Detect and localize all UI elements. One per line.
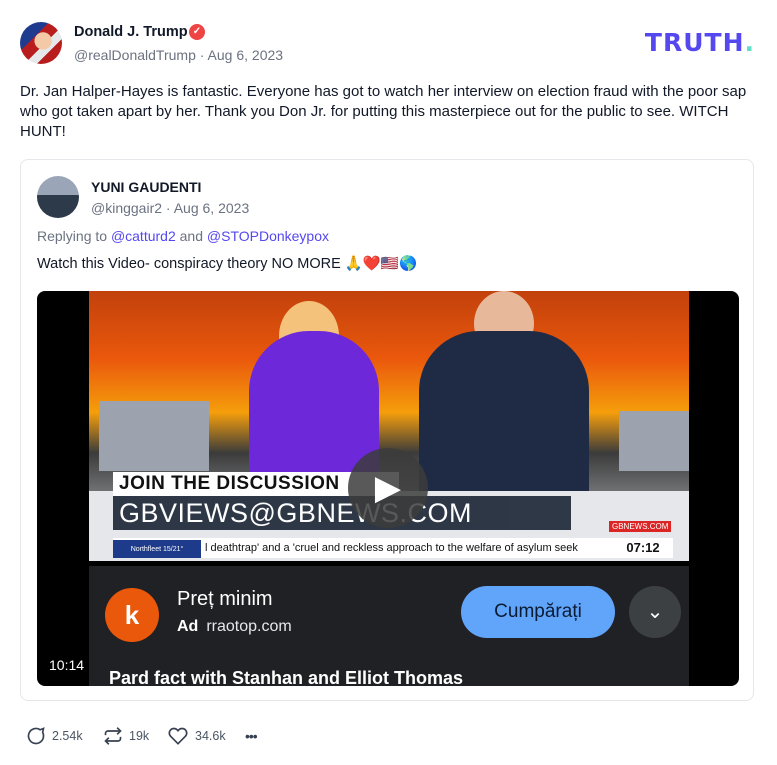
quoted-post-card[interactable]: YUNI GAUDENTI @kinggair2 · Aug 6, 2023 R… [20,159,754,701]
heart-icon [168,727,188,745]
ad-label: Ad [177,618,199,635]
post-text: Dr. Jan Halper-Hayes is fantastic. Every… [20,83,747,140]
author-handle[interactable]: @realDonaldTrump [74,47,196,63]
ad-domain: rraotop.com [206,618,292,635]
truth-logo[interactable]: TRUTH. [645,28,755,57]
mention-link[interactable]: @STOPDonkeypox [207,228,329,244]
presenter-right-body [419,331,589,511]
author-name[interactable]: Donald J. Trump [74,24,188,40]
meta-separator: · [199,47,205,63]
quoted-post-date[interactable]: Aug 6, 2023 [174,200,250,216]
ad-logo: k [105,588,159,642]
ad-title: Preț minim [177,588,273,610]
channel-label: GBNEWS.COM [609,521,672,532]
replying-to-line: Replying to @catturd2 and @STOPDonkeypox [37,228,329,244]
ad-cta-button: Cumpărați [461,586,615,638]
like-button[interactable]: 34.6k [167,724,226,748]
more-options-icon[interactable]: ••• [245,724,258,748]
news-clock: 07:12 [613,538,673,558]
post-date[interactable]: Aug 6, 2023 [208,47,284,63]
comment-icon [27,727,45,745]
video-player[interactable]: JOIN THE DISCUSSION GBVIEWS@GBNEWS.COM G… [37,291,739,686]
quoted-author-name[interactable]: YUNI GAUDENTI [91,179,201,195]
retruth-button[interactable]: 19k [103,724,149,748]
author-meta: @realDonaldTrump · Aug 6, 2023 [74,47,283,63]
quoted-author-handle[interactable]: @kinggair2 [91,200,162,216]
quoted-author-meta: @kinggair2 · Aug 6, 2023 [91,200,249,216]
laptop-right [619,411,689,471]
like-count: 34.6k [195,729,226,743]
quoted-author-avatar[interactable] [37,176,79,218]
replying-prefix: Replying to [37,228,108,244]
news-ticker: Northfleet 15/21° l deathtrap' and a 'cru… [113,538,673,558]
chevron-down-icon: ⌄ [629,586,681,638]
truth-logo-dot: . [744,28,755,57]
repost-icon [104,727,122,745]
ad-subtitle: Ad rraotop.com [177,618,292,636]
truth-logo-text: TRUTH [644,28,745,57]
mention-link[interactable]: @catturd2 [111,228,176,244]
replying-and: and [179,228,203,244]
meta-separator: · [165,200,171,216]
check-badge-icon: ✓ [189,24,205,40]
post-header: Donald J. Trump ✓ @realDonaldTrump · Aug… [20,22,757,66]
ticker-text: l deathtrap' and a 'cruel and reckless a… [205,542,578,554]
reply-count: 2.54k [52,729,83,743]
news-banner-email: GBVIEWS@GBNEWS.COM [113,496,571,530]
reply-button[interactable]: 2.54k [26,724,83,748]
retruth-count: 19k [129,729,150,743]
quoted-post-text: Watch this Video- conspiracy theory NO M… [37,256,418,272]
laptop-left [99,401,209,471]
author-avatar[interactable] [20,22,62,64]
weather-badge: Northfleet 15/21° [113,540,201,558]
ad-bottom-caption: Pard fact with Stanhan and Elliot Thomas [109,668,464,686]
video-ad-overlay: k Preț minim Ad rraotop.com Cumpărați ⌄ P… [89,566,689,686]
video-duration: 10:14 [49,657,85,673]
play-icon[interactable]: ▶ [348,448,428,528]
